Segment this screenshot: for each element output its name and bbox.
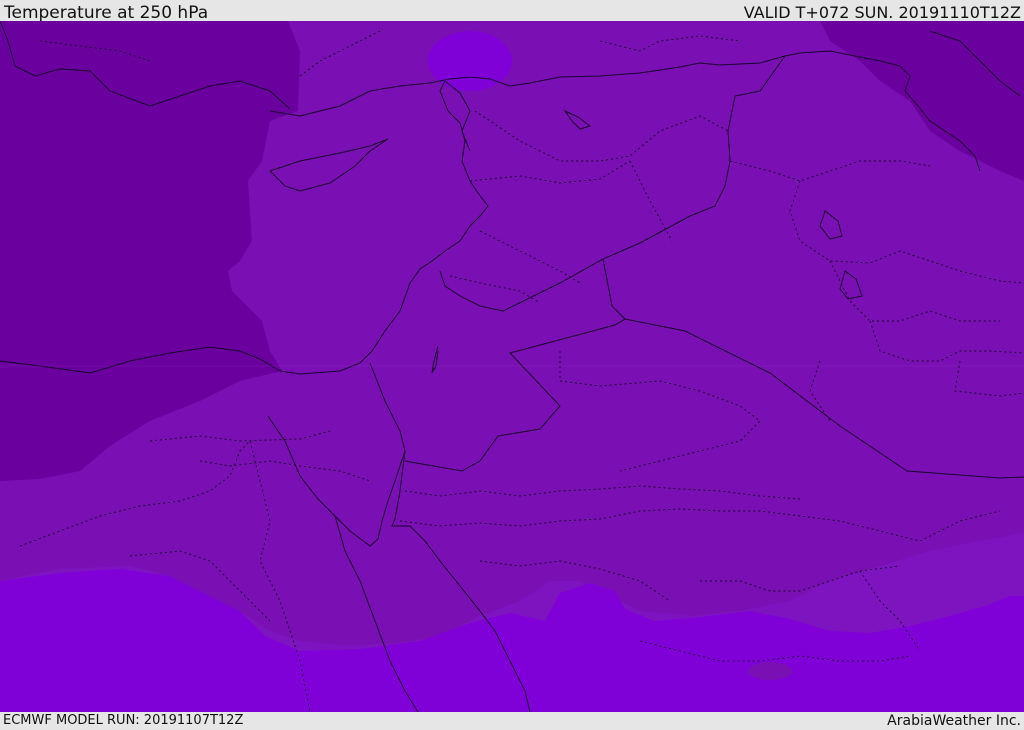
- temperature-cold-spot: [748, 662, 792, 680]
- map-canvas: [0, 21, 1024, 712]
- footer-bar: ECMWF MODEL RUN: 20191107T12Z ArabiaWeat…: [0, 712, 1024, 729]
- header-bar: Temperature at 250 hPa VALID T+072 SUN. …: [0, 0, 1024, 23]
- map-title: Temperature at 250 hPa: [4, 3, 209, 23]
- valid-time: VALID T+072 SUN. 20191110T12Z: [743, 3, 1021, 22]
- temperature-map[interactable]: [0, 21, 1024, 712]
- model-run: ECMWF MODEL RUN: 20191107T12Z: [3, 713, 244, 728]
- credit-text: ArabiaWeather Inc.: [887, 713, 1021, 729]
